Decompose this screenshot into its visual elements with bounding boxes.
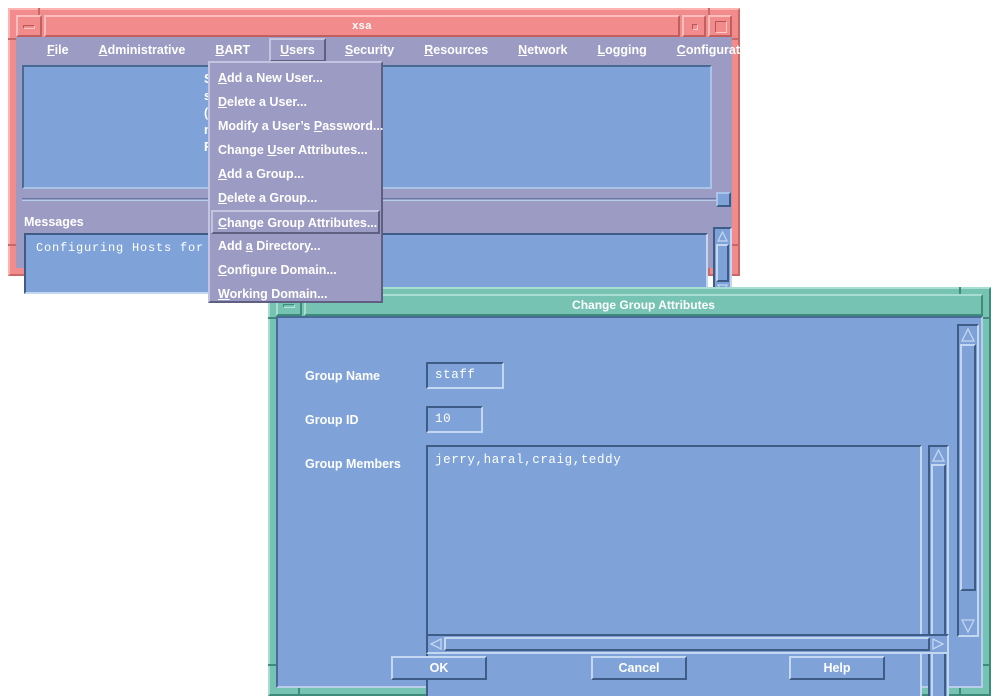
cancel-button[interactable]: Cancel bbox=[591, 656, 687, 680]
menubar-item-logging[interactable]: Logging bbox=[587, 38, 658, 62]
group-id-label: Group ID bbox=[305, 413, 359, 427]
dialog-horizontal-scrollbar[interactable] bbox=[426, 634, 949, 654]
help-button[interactable]: Help bbox=[789, 656, 885, 680]
dialog-vertical-scrollbar[interactable] bbox=[957, 324, 979, 637]
group-members-label: Group Members bbox=[305, 457, 401, 471]
cga-resize-corner-tr[interactable] bbox=[983, 317, 991, 319]
ok-button[interactable]: OK bbox=[391, 656, 487, 680]
cga-resize-corner-br[interactable] bbox=[983, 664, 991, 666]
pane-resize-handle[interactable] bbox=[716, 192, 731, 207]
menu-item-configure-domain[interactable]: Configure Domain... bbox=[211, 258, 380, 282]
cga-client-area: Group Name staff Group ID 10 Group Membe… bbox=[276, 316, 983, 696]
menubar-item-file[interactable]: File bbox=[36, 38, 80, 62]
menu-item-modify-a-users-password[interactable]: Modify a User’s Password... bbox=[211, 114, 383, 138]
cga-resize-corner-tl[interactable] bbox=[268, 317, 276, 319]
messages-text: Configuring Hosts for n bbox=[36, 241, 221, 255]
menubar-item-bart[interactable]: BART bbox=[204, 38, 261, 62]
resize-corner-bl[interactable] bbox=[8, 244, 16, 246]
resize-corner-br2[interactable] bbox=[708, 268, 710, 276]
menubar-item-network[interactable]: Network bbox=[507, 38, 578, 62]
dialog-scroll-up-arrow[interactable] bbox=[960, 327, 976, 343]
maximize-icon bbox=[715, 21, 727, 33]
group-name-input[interactable]: staff bbox=[426, 362, 504, 389]
menu-item-change-user-attributes[interactable]: Change User Attributes... bbox=[211, 138, 380, 162]
menu-item-add-a-group[interactable]: Add a Group... bbox=[211, 162, 380, 186]
minimize-icon bbox=[692, 24, 698, 30]
cga-resize-corner-br2[interactable] bbox=[959, 688, 961, 696]
menu-item-delete-a-user[interactable]: Delete a User... bbox=[211, 90, 380, 114]
minimize-button[interactable] bbox=[682, 15, 706, 37]
menubar-item-help[interactable]: Help bbox=[840, 38, 889, 62]
menubar: File Administrative BART Users Security … bbox=[16, 37, 878, 63]
scroll-thumb-vertical[interactable] bbox=[716, 244, 729, 282]
group-name-label: Group Name bbox=[305, 369, 381, 383]
menu-item-delete-a-group[interactable]: Delete a Group... bbox=[211, 186, 380, 210]
window-menu-icon bbox=[23, 25, 35, 29]
dialog-scroll-right-arrow[interactable] bbox=[931, 637, 945, 651]
menu-item-add-a-new-user[interactable]: Add a New User... bbox=[211, 66, 380, 90]
menu-item-working-domain[interactable]: Working Domain... bbox=[211, 282, 380, 306]
menubar-item-security[interactable]: Security bbox=[334, 38, 405, 62]
titlebar-xsa[interactable]: xsa bbox=[16, 15, 732, 37]
users-dropdown-menu[interactable]: Add a New User... Delete a User... Modif… bbox=[208, 61, 383, 303]
messages-label: Messages bbox=[24, 215, 84, 229]
window-menu-button[interactable] bbox=[16, 15, 42, 37]
menubar-item-resources[interactable]: Resources bbox=[413, 38, 499, 62]
menubar-item-administrative[interactable]: Administrative bbox=[88, 38, 197, 62]
menubar-item-configuration[interactable]: Configuration bbox=[666, 38, 770, 62]
window-title-xsa: xsa bbox=[44, 15, 680, 37]
dialog-scroll-down-arrow[interactable] bbox=[960, 618, 976, 634]
menu-item-add-a-directory[interactable]: Add a Directory... bbox=[211, 234, 380, 258]
menubar-item-local[interactable]: Local bbox=[778, 38, 833, 62]
cga-resize-corner-bl[interactable] bbox=[268, 664, 276, 666]
resize-corner-tl[interactable] bbox=[8, 38, 16, 40]
resize-corner-br[interactable] bbox=[732, 244, 740, 246]
dialog-scroll-thumb-horizontal[interactable] bbox=[444, 637, 930, 651]
members-scroll-up-arrow[interactable] bbox=[931, 448, 946, 463]
group-id-input[interactable]: 10 bbox=[426, 406, 483, 433]
menu-item-change-group-attributes[interactable]: Change Group Attributes... bbox=[211, 210, 380, 234]
dialog-scroll-left-arrow[interactable] bbox=[429, 637, 443, 651]
maximize-button[interactable] bbox=[708, 15, 732, 37]
menubar-item-users[interactable]: Users bbox=[269, 38, 326, 62]
dialog-scroll-thumb[interactable] bbox=[960, 344, 976, 591]
members-scroll-thumb[interactable] bbox=[931, 464, 946, 696]
window-change-group-attributes[interactable]: Change Group Attributes Group Name staff… bbox=[268, 287, 991, 696]
group-members-vertical-scrollbar[interactable] bbox=[928, 445, 949, 696]
window-title-cga: Change Group Attributes bbox=[304, 294, 983, 316]
scroll-up-arrow[interactable] bbox=[716, 230, 729, 243]
cga-resize-corner-bl2[interactable] bbox=[298, 688, 300, 696]
